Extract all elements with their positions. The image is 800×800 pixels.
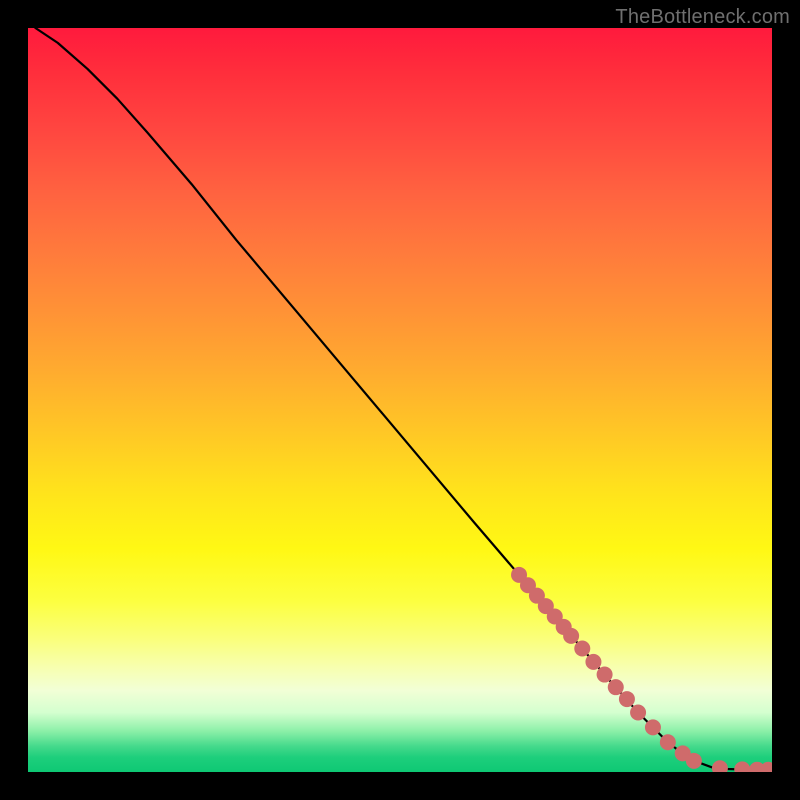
chart-overlay (28, 28, 772, 772)
plot-area (28, 28, 772, 772)
watermark-label: TheBottleneck.com (615, 6, 790, 29)
data-point (686, 753, 702, 769)
data-point (630, 704, 646, 720)
data-point (675, 745, 691, 761)
data-point (538, 598, 554, 614)
data-point (574, 641, 590, 657)
data-point (529, 588, 545, 604)
scatter-points (511, 567, 772, 772)
data-point (556, 619, 572, 635)
data-point (511, 567, 527, 583)
data-point (547, 609, 563, 625)
data-point (520, 577, 536, 593)
curve-line (35, 28, 768, 770)
data-point (760, 762, 772, 772)
data-point (660, 734, 676, 750)
data-point (712, 760, 728, 772)
data-point (619, 691, 635, 707)
data-point (734, 761, 750, 772)
data-point (563, 628, 579, 644)
data-point (749, 762, 765, 772)
data-point (645, 719, 661, 735)
data-point (585, 654, 601, 670)
data-point (597, 667, 613, 683)
data-point (608, 679, 624, 695)
chart-frame: TheBottleneck.com (0, 0, 800, 800)
